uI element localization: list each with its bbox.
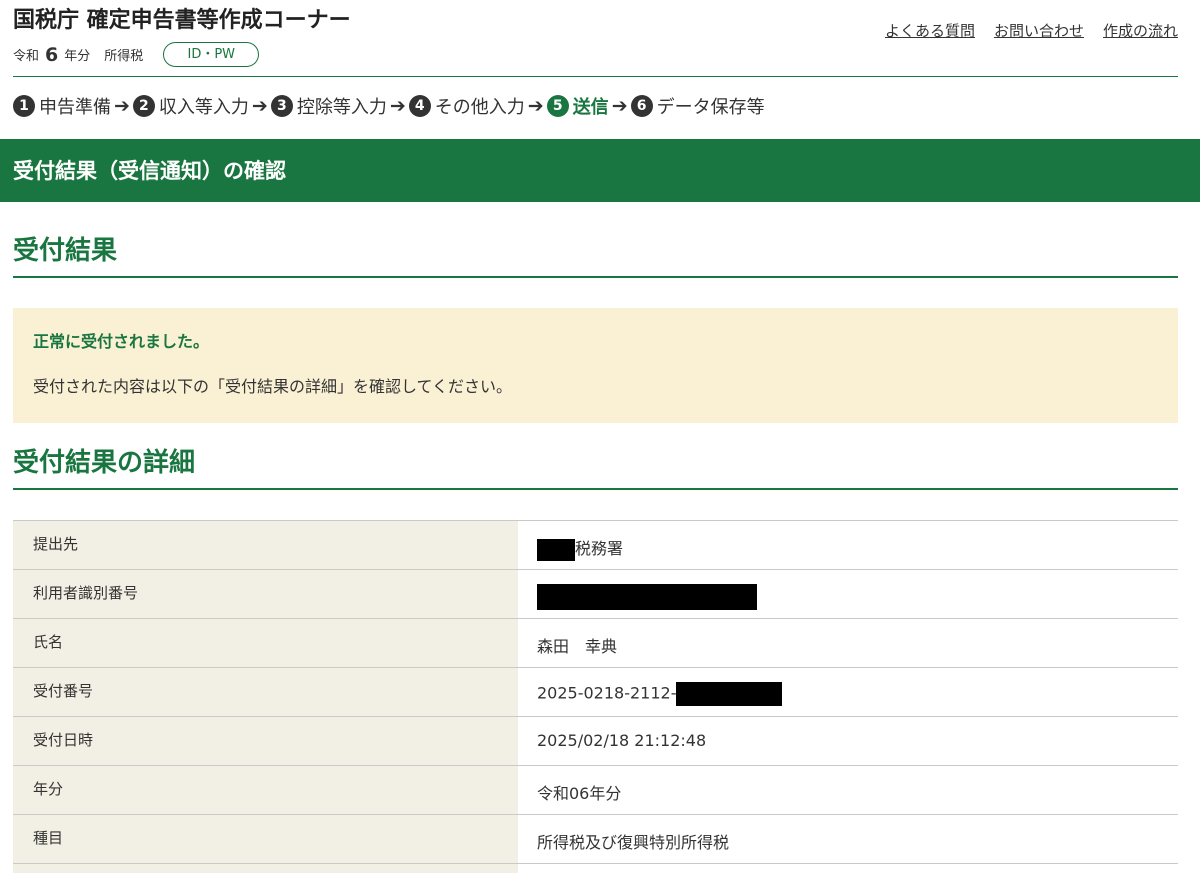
step-label: データ保存等 bbox=[656, 97, 765, 118]
step-label: 申告準備 bbox=[39, 97, 111, 118]
redaction-box bbox=[537, 584, 757, 610]
section-heading-result: 受付結果 bbox=[13, 236, 1178, 278]
year-suffix: 年分 bbox=[64, 49, 91, 64]
tax-year-line: 令和 6 年分 所得税 ID・PW bbox=[13, 42, 260, 67]
arrow-right-icon: ➔ bbox=[611, 95, 628, 117]
redaction-box bbox=[676, 682, 783, 706]
step-number-icon: 3 bbox=[270, 95, 293, 117]
step-label: その他入力 bbox=[434, 97, 525, 118]
row-label: 氏名 bbox=[13, 618, 518, 668]
row-value: 所得税及び復興特別所得税 bbox=[518, 814, 1178, 864]
tax-year-number: 6 bbox=[45, 43, 59, 66]
tax-kind-label: 所得税 bbox=[104, 49, 144, 64]
table-row: 利用者識別番号 bbox=[13, 569, 1178, 619]
contact-link[interactable]: お問い合わせ bbox=[994, 20, 1084, 41]
table-row: 種目 所得税及び復興特別所得税 bbox=[13, 814, 1178, 864]
step-number-icon: 1 bbox=[13, 95, 35, 117]
table-row: 提出先 税務署 bbox=[13, 520, 1178, 570]
arrow-right-icon: ➔ bbox=[389, 95, 406, 117]
step-label: 控除等入力 bbox=[296, 97, 387, 118]
step-label: 送信 bbox=[572, 97, 609, 118]
arrow-right-icon: ➔ bbox=[114, 95, 130, 117]
step-number-icon: 5 bbox=[546, 95, 569, 117]
step-2: 2 収入等入力 bbox=[132, 93, 249, 119]
section-title: 受付結果 bbox=[13, 236, 118, 266]
table-row: 受付日時 2025/02/18 21:12:48 bbox=[13, 716, 1178, 766]
header-links: よくある質問 お問い合わせ 作成の流れ bbox=[885, 20, 1178, 41]
step-1: 1 申告準備 bbox=[13, 93, 111, 119]
era-label: 令和 bbox=[13, 49, 40, 64]
table-row: 受付番号 2025-0218-2112- bbox=[13, 667, 1178, 717]
notice-title: 正常に受付されました。 bbox=[33, 332, 210, 351]
page-title: 受付結果（受信通知）の確認 bbox=[13, 159, 286, 183]
row-value bbox=[518, 863, 1178, 873]
step-4: 4 その他入力 bbox=[408, 93, 525, 119]
row-label: 提出先 bbox=[13, 520, 518, 570]
site-title: 国税庁 確定申告書等作成コーナー bbox=[13, 8, 351, 33]
row-value: 税務署 bbox=[518, 520, 1178, 570]
tax-office-suffix: 税務署 bbox=[575, 539, 624, 558]
arrow-right-icon: ➔ bbox=[251, 95, 268, 117]
row-label: 受付日時 bbox=[13, 716, 518, 766]
row-label bbox=[13, 863, 518, 873]
table-row: 年分 令和06年分 bbox=[13, 765, 1178, 815]
step-number-icon: 6 bbox=[630, 95, 653, 117]
section-heading-details: 受付結果の詳細 bbox=[13, 448, 1178, 490]
flow-link[interactable]: 作成の流れ bbox=[1103, 20, 1178, 41]
progress-steps: 1 申告準備 ➔ 2 収入等入力 ➔ 3 控除等入力 ➔ 4 その他入力 ➔ 5… bbox=[13, 92, 765, 120]
section-title: 受付結果の詳細 bbox=[13, 448, 196, 478]
success-notice: 正常に受付されました。 受付された内容は以下の「受付結果の詳細」を確認してくださ… bbox=[13, 308, 1178, 423]
reception-number-prefix: 2025-0218-2112- bbox=[537, 683, 677, 703]
row-label: 受付番号 bbox=[13, 667, 518, 717]
result-details-table: 提出先 税務署 利用者識別番号 氏名 森田 幸典 受付番号 2025-0218-… bbox=[13, 520, 1178, 873]
table-row: 氏名 森田 幸典 bbox=[13, 618, 1178, 668]
row-label: 種目 bbox=[13, 814, 518, 864]
step-3: 3 控除等入力 bbox=[270, 93, 387, 119]
row-label: 年分 bbox=[13, 765, 518, 815]
step-5-current: 5 送信 bbox=[546, 93, 609, 119]
table-row bbox=[13, 863, 1178, 873]
site-header: 国税庁 確定申告書等作成コーナー 令和 6 年分 所得税 ID・PW よくある質… bbox=[13, 0, 1178, 77]
page-title-banner: 受付結果（受信通知）の確認 bbox=[0, 139, 1200, 202]
step-number-icon: 4 bbox=[408, 95, 431, 117]
notice-text: 受付された内容は以下の「受付結果の詳細」を確認してください。 bbox=[33, 377, 513, 396]
redaction-box bbox=[537, 538, 575, 561]
faq-link[interactable]: よくある質問 bbox=[885, 20, 975, 41]
row-value: 2025-0218-2112- bbox=[518, 667, 1178, 717]
row-value bbox=[518, 569, 1178, 619]
id-pw-badge[interactable]: ID・PW bbox=[163, 42, 260, 67]
row-label: 利用者識別番号 bbox=[13, 569, 518, 619]
step-number-icon: 2 bbox=[132, 95, 155, 117]
row-value: 2025/02/18 21:12:48 bbox=[518, 716, 1178, 766]
arrow-right-icon: ➔ bbox=[527, 95, 544, 117]
step-6: 6 データ保存等 bbox=[630, 93, 765, 119]
row-value: 森田 幸典 bbox=[518, 618, 1178, 668]
row-value: 令和06年分 bbox=[518, 765, 1178, 815]
step-label: 収入等入力 bbox=[158, 97, 249, 118]
